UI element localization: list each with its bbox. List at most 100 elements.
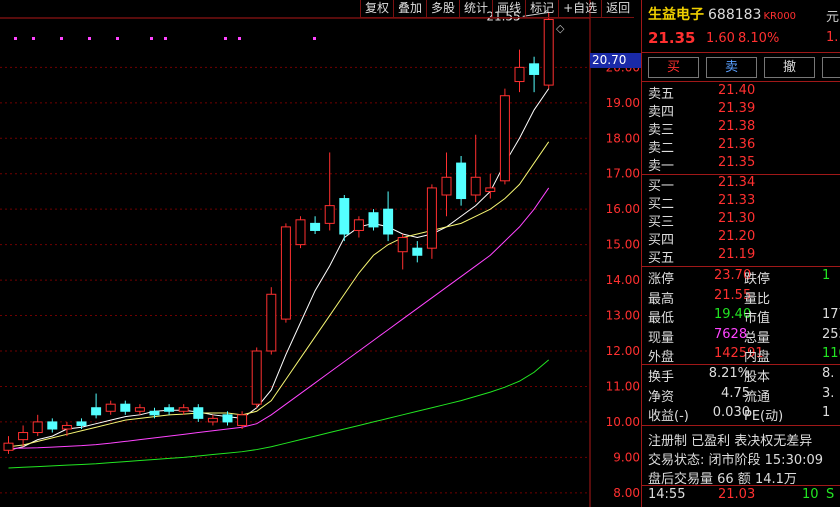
ask-row[interactable]: 卖三 21.38 bbox=[648, 119, 838, 138]
level-label: 卖四 bbox=[648, 105, 675, 120]
candle-body bbox=[149, 410, 160, 416]
event-marker bbox=[14, 37, 17, 40]
price-change-pct: 8.10% bbox=[738, 31, 780, 46]
candle-body bbox=[280, 226, 291, 320]
y-tick-label: 18.00 bbox=[606, 131, 640, 145]
level-price: 21.38 bbox=[718, 119, 756, 134]
trading-status: 交易状态: 闭市阶段 15:30:09 bbox=[648, 453, 824, 468]
candle-body bbox=[47, 421, 58, 430]
stock-name: 生益电子 bbox=[648, 7, 704, 23]
y-tick-label: 19.00 bbox=[606, 96, 640, 110]
ask-row[interactable]: 卖五 21.40 bbox=[648, 83, 838, 102]
stat-row: 收益(-) 0.030 PE(动) 1 bbox=[648, 405, 840, 424]
stat-row: 涨停 23.70 跌停 1 bbox=[648, 268, 840, 287]
ma-line-ma20 bbox=[8, 187, 550, 449]
bid-row[interactable]: 买五 21.19 bbox=[648, 247, 838, 266]
clipped-value: 1. bbox=[826, 30, 839, 45]
candle-body bbox=[397, 237, 408, 253]
order-buttons: 买 卖 撤 买 bbox=[648, 57, 840, 78]
bid-row[interactable]: 买一 21.34 bbox=[648, 175, 838, 194]
current-price-axis-label: 20.70 bbox=[590, 53, 642, 68]
y-tick-label: 8.00 bbox=[613, 486, 640, 500]
stat-label: 总量 bbox=[744, 330, 771, 346]
stock-tag: KR000 bbox=[763, 11, 797, 22]
stat-value: 1 bbox=[822, 405, 831, 420]
level-price: 21.30 bbox=[718, 211, 756, 226]
level-price: 21.35 bbox=[718, 155, 756, 170]
quote-panel: 生益电子 688183 KR000 元 1. 21.35 1.60 8.10% 买 … bbox=[641, 0, 840, 507]
level-price: 21.33 bbox=[718, 193, 756, 208]
candle-body bbox=[178, 407, 189, 412]
level-label: 买四 bbox=[648, 233, 675, 248]
candle-body bbox=[324, 205, 335, 224]
toolbar-button[interactable]: 复权 bbox=[360, 0, 394, 18]
divider bbox=[642, 425, 840, 426]
stat-row: 换手 8.21% 股本 8. bbox=[648, 366, 840, 385]
divider bbox=[642, 364, 840, 365]
buy-button-2[interactable]: 买 bbox=[822, 57, 840, 78]
bid-row[interactable]: 买三 21.30 bbox=[648, 211, 838, 230]
buy-button[interactable]: 买 bbox=[648, 57, 699, 78]
diamond-icon[interactable]: ◇ bbox=[556, 22, 564, 35]
ask-row[interactable]: 卖四 21.39 bbox=[648, 101, 838, 120]
stat-value: 8. bbox=[822, 366, 835, 381]
divider bbox=[642, 52, 840, 53]
toolbar-button[interactable]: 标记 bbox=[525, 0, 559, 18]
candle-body bbox=[456, 162, 467, 200]
ma-line-ma5 bbox=[8, 88, 550, 451]
unit-label: 元 bbox=[826, 10, 840, 25]
sell-button[interactable]: 卖 bbox=[706, 57, 757, 78]
event-marker bbox=[164, 37, 167, 40]
toolbar-button[interactable]: 统计 bbox=[459, 0, 493, 18]
stat-label: 最高 bbox=[648, 291, 675, 307]
candle-body bbox=[164, 407, 175, 412]
cancel-order-button[interactable]: 撤 bbox=[764, 57, 815, 78]
stat-label: 收益(-) bbox=[648, 409, 689, 424]
candle-body bbox=[426, 187, 437, 249]
candle-body bbox=[485, 187, 496, 192]
candle-body bbox=[18, 432, 29, 441]
event-marker bbox=[88, 37, 91, 40]
level-label: 卖一 bbox=[648, 159, 675, 174]
candle-body bbox=[412, 247, 423, 256]
stat-label: 现量 bbox=[648, 330, 675, 346]
bid-row[interactable]: 买二 21.33 bbox=[648, 193, 838, 212]
toolbar-button[interactable]: 多股 bbox=[426, 0, 460, 18]
level-label: 买一 bbox=[648, 179, 675, 194]
event-marker bbox=[313, 37, 316, 40]
toolbar-button[interactable]: 返回 bbox=[601, 0, 635, 18]
y-tick-label: 9.00 bbox=[613, 450, 640, 464]
candle-body bbox=[499, 95, 510, 182]
stat-label: 量比 bbox=[744, 291, 771, 307]
y-tick-label: 15.00 bbox=[606, 238, 640, 252]
stat-row: 净资 4.75 流通 3. bbox=[648, 386, 840, 405]
toolbar-button[interactable]: 叠加 bbox=[393, 0, 427, 18]
divider bbox=[642, 266, 840, 267]
bid-row[interactable]: 买四 21.20 bbox=[648, 229, 838, 248]
level-price: 21.34 bbox=[718, 175, 756, 190]
ask-row[interactable]: 卖二 21.36 bbox=[648, 137, 838, 156]
tick-price: 21.03 bbox=[718, 487, 756, 502]
stat-label: 内盘 bbox=[744, 350, 771, 365]
candle-body bbox=[543, 19, 554, 86]
candle-body bbox=[368, 212, 379, 228]
y-tick-label: 10.00 bbox=[606, 415, 640, 429]
candle-body bbox=[134, 407, 145, 412]
toolbar-button[interactable]: +自选 bbox=[558, 0, 602, 18]
candle-body bbox=[529, 63, 540, 75]
event-marker bbox=[60, 37, 63, 40]
level-label: 买五 bbox=[648, 251, 675, 266]
stock-attributes: 注册制 已盈利 表决权无差异 bbox=[648, 434, 813, 449]
stat-label: 最低 bbox=[648, 311, 675, 326]
y-tick-label: 17.00 bbox=[606, 167, 640, 181]
event-marker bbox=[224, 37, 227, 40]
candlestick-chart[interactable]: 8.00 9.00 10.00 11.00 12.00 13.00 14.00 15.00 16… bbox=[0, 0, 640, 507]
stat-row: 最低19.40市值177 bbox=[648, 307, 840, 326]
level-price: 21.39 bbox=[718, 101, 756, 116]
y-tick-label: 13.00 bbox=[606, 309, 640, 323]
y-tick-label: 16.00 bbox=[606, 202, 640, 216]
toolbar-button[interactable]: 画线 bbox=[492, 0, 526, 18]
candle-body bbox=[353, 219, 364, 231]
y-tick-label: 11.00 bbox=[606, 379, 640, 393]
ask-row[interactable]: 卖一 21.35 bbox=[648, 155, 838, 174]
